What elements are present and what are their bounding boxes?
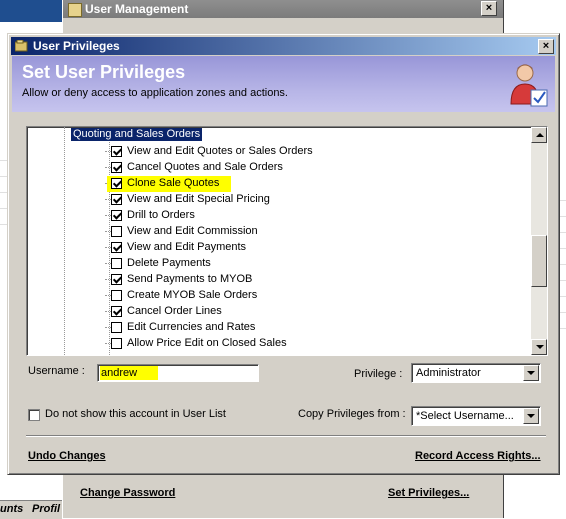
chevron-down-icon: [527, 371, 535, 375]
privilege-value: Administrator: [416, 367, 481, 379]
background-tab-accounts[interactable]: unts: [0, 503, 23, 515]
copy-privileges-value: *Select Username...: [416, 410, 514, 422]
privilege-checkbox[interactable]: [111, 322, 122, 333]
scroll-down-button[interactable]: [531, 339, 547, 355]
user-check-icon: [510, 64, 548, 107]
privilege-checkbox[interactable]: [111, 162, 122, 173]
banner-title: Set User Privileges: [22, 62, 186, 82]
user-management-title-bar: User Management ×: [63, 0, 503, 18]
hide-account-checkbox[interactable]: Do not show this account in User List: [28, 408, 238, 422]
privilege-checkbox[interactable]: [111, 274, 122, 285]
dialog-close-button[interactable]: ×: [538, 39, 554, 54]
privilege-checkbox[interactable]: [111, 338, 122, 349]
background-left-header: [0, 0, 62, 22]
privilege-dropdown-button[interactable]: [523, 365, 539, 381]
privilege-label: Drill to Orders: [127, 209, 195, 221]
privilege-checkbox[interactable]: [111, 194, 122, 205]
chevron-down-icon: [527, 414, 535, 418]
set-privileges-link[interactable]: Set Privileges...: [388, 487, 469, 499]
undo-changes-link[interactable]: Undo Changes: [28, 450, 106, 462]
username-input[interactable]: andrew: [97, 364, 259, 382]
privileges-tree: Quoting and Sales Orders View and Edit Q…: [26, 126, 548, 356]
privilege-checkbox[interactable]: [111, 146, 122, 157]
privilege-checkbox[interactable]: [111, 290, 122, 301]
privilege-label: View and Edit Quotes or Sales Orders: [127, 145, 313, 157]
privilege-label: View and Edit Commission: [127, 225, 258, 237]
dialog-banner: Set User Privileges Allow or deny access…: [12, 56, 555, 112]
tree-scrollbar[interactable]: [531, 127, 547, 355]
privilege-label: View and Edit Payments: [127, 241, 247, 253]
change-password-link[interactable]: Change Password: [80, 487, 175, 499]
record-access-rights-link[interactable]: Record Access Rights...: [415, 450, 541, 462]
user-management-title: User Management: [85, 2, 189, 16]
background-tab-strip: unts Profil: [0, 500, 62, 519]
tree-guide-line: [64, 127, 66, 355]
privilege-label: Send Payments to MYOB: [127, 273, 253, 285]
privilege-label: Cancel Quotes and Sale Orders: [127, 161, 283, 173]
tree-node-quoting-sales-orders[interactable]: Quoting and Sales Orders: [71, 128, 203, 141]
hide-account-checkbox-box[interactable]: [28, 409, 40, 421]
dialog-title: User Privileges: [33, 39, 120, 53]
dialog-app-icon: [15, 40, 28, 52]
privilege-checkbox[interactable]: [111, 242, 122, 253]
privilege-label: Clone Sale Quotes: [127, 177, 220, 189]
privilege-label: Edit Currencies and Rates: [127, 321, 256, 333]
scroll-thumb[interactable]: [531, 235, 547, 287]
privilege-label: Delete Payments: [127, 257, 211, 269]
privilege-label: Allow Price Edit on Closed Sales: [127, 337, 287, 349]
username-label: Username :: [28, 365, 85, 377]
privilege-checkbox[interactable]: [111, 258, 122, 269]
privilege-checkbox[interactable]: [111, 306, 122, 317]
arrow-down-icon: [536, 345, 544, 349]
hide-account-label: Do not show this account in User List: [45, 408, 226, 420]
privilege-checkbox[interactable]: [111, 178, 122, 189]
banner-subtitle: Allow or deny access to application zone…: [22, 87, 288, 99]
footer-divider: [26, 435, 546, 437]
arrow-up-icon: [536, 133, 544, 137]
dialog-title-bar: User Privileges ×: [11, 37, 556, 55]
user-management-icon: [68, 3, 82, 17]
copy-privileges-label: Copy Privileges from :: [298, 408, 406, 420]
privilege-select[interactable]: Administrator: [411, 363, 541, 383]
privilege-label: Privilege :: [354, 368, 403, 380]
privilege-checkbox[interactable]: [111, 226, 122, 237]
privilege-label: Cancel Order Lines: [127, 305, 222, 317]
user-management-close-button[interactable]: ×: [481, 1, 497, 16]
user-privileges-dialog: User Privileges × Set User Privileges Al…: [7, 33, 560, 475]
copy-privileges-dropdown-button[interactable]: [523, 408, 539, 424]
copy-privileges-select[interactable]: *Select Username...: [411, 406, 541, 426]
scroll-up-button[interactable]: [531, 127, 547, 143]
username-value: andrew: [101, 367, 138, 379]
privilege-checkbox[interactable]: [111, 210, 122, 221]
privilege-label: View and Edit Special Pricing: [127, 193, 270, 205]
background-tab-profile[interactable]: Profil: [32, 503, 60, 515]
privilege-label: Create MYOB Sale Orders: [127, 289, 258, 301]
